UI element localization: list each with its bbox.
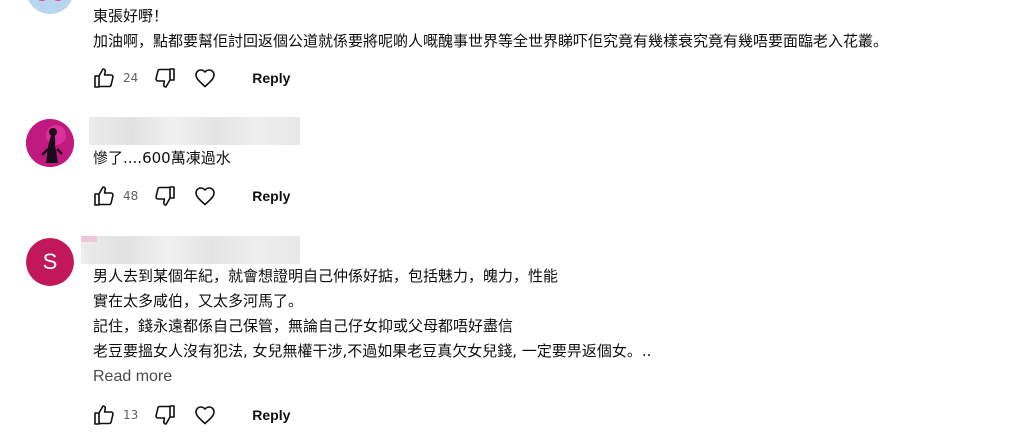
heart-button[interactable] [192, 65, 218, 91]
comment-text-line: 實在太多咸伯，又太多河馬了。 [93, 292, 304, 310]
comment-text-line: 慘了....600萬凍過水 [93, 149, 231, 167]
avatar-letter: S [42, 249, 58, 274]
thumbs-down-icon [155, 186, 176, 206]
comment-actions: 24 Reply [91, 64, 290, 92]
like-count: 13 [123, 408, 139, 422]
commenter-avatar[interactable] [26, 119, 74, 167]
dislike-button[interactable] [152, 65, 178, 91]
comment-actions: 13 Reply [91, 401, 290, 429]
thumbs-up-icon [94, 186, 114, 206]
thumbs-down-icon [155, 68, 176, 88]
username-accent [81, 236, 97, 242]
comment-text-line: 東張好嘢！ [93, 7, 169, 25]
comment-text-line: 加油啊，點都要幫佢討回返個公道就係要將呢啲人嘅醜事世界等全世界睇吓佢究竟有幾樣衰… [93, 32, 889, 50]
comment-text-line: 老豆要搵女人沒有犯法, 女兒無權干涉,不過如果老豆真欠女兒錢, 一定要畀返個女。… [93, 342, 652, 360]
heart-button[interactable] [192, 402, 218, 428]
comment-actions: 48 Reply [91, 182, 290, 210]
reply-button[interactable]: Reply [252, 188, 290, 204]
dislike-button[interactable] [152, 402, 178, 428]
heart-button[interactable] [192, 183, 218, 209]
like-count: 24 [123, 71, 139, 85]
like-button[interactable] [91, 65, 117, 91]
reply-button[interactable]: Reply [252, 70, 290, 86]
thumbs-up-icon [94, 68, 114, 88]
redacted-username [89, 117, 300, 145]
thumbs-up-icon [94, 405, 114, 425]
reply-button[interactable]: Reply [252, 407, 290, 423]
comment-text-line: 記住，錢永遠都係自己保管，無論自己仔女抑或父母都唔好盡信 [93, 317, 514, 335]
dislike-button[interactable] [152, 183, 178, 209]
commenter-avatar[interactable]: S [26, 238, 74, 286]
like-button[interactable] [91, 402, 117, 428]
heart-icon [195, 406, 216, 425]
thumbs-down-icon [155, 405, 176, 425]
heart-icon [195, 69, 216, 88]
spider-avatar-icon [26, 119, 74, 167]
comment-text-line: 男人去到某個年紀，就會想證明自己仲係好掂，包括魅力，魄力，性能 [93, 267, 559, 285]
read-more-link[interactable]: Read more [93, 368, 172, 386]
commenter-avatar[interactable] [26, 0, 74, 14]
redacted-username [81, 236, 300, 264]
like-button[interactable] [91, 183, 117, 209]
heart-icon [195, 187, 216, 206]
like-count: 48 [123, 189, 139, 203]
